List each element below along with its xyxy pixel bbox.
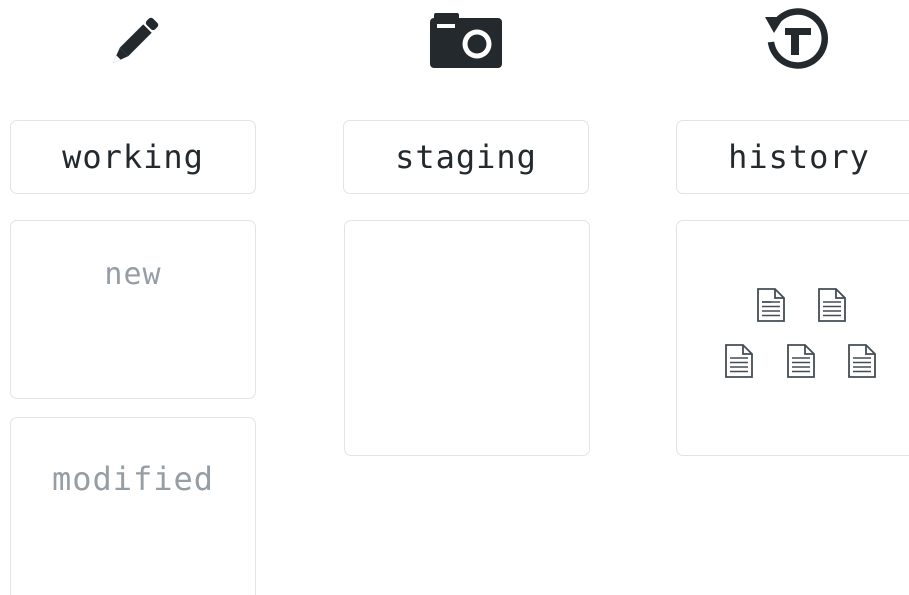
- staging-label: staging: [343, 120, 589, 194]
- history-label-text: history: [728, 138, 870, 176]
- staging-label-text: staging: [395, 138, 537, 176]
- modified-area-label: modified: [51, 460, 215, 498]
- new-area-label: new: [104, 257, 162, 292]
- camera-icon: [430, 13, 502, 68]
- document-icon: [848, 344, 876, 378]
- staging-area: [344, 220, 590, 456]
- pencil-icon: [112, 17, 159, 64]
- document-icon: [725, 344, 753, 378]
- working-label-text: working: [62, 138, 204, 176]
- history-label: history: [676, 120, 909, 194]
- history-icon: [765, 8, 829, 69]
- working-label: working: [10, 120, 256, 194]
- working-modified-area: modified: [10, 417, 256, 595]
- document-icon: [757, 288, 785, 322]
- working-new-area: new: [10, 220, 256, 399]
- document-icon: [787, 344, 815, 378]
- history-area: [676, 220, 909, 456]
- document-icon: [818, 288, 846, 322]
